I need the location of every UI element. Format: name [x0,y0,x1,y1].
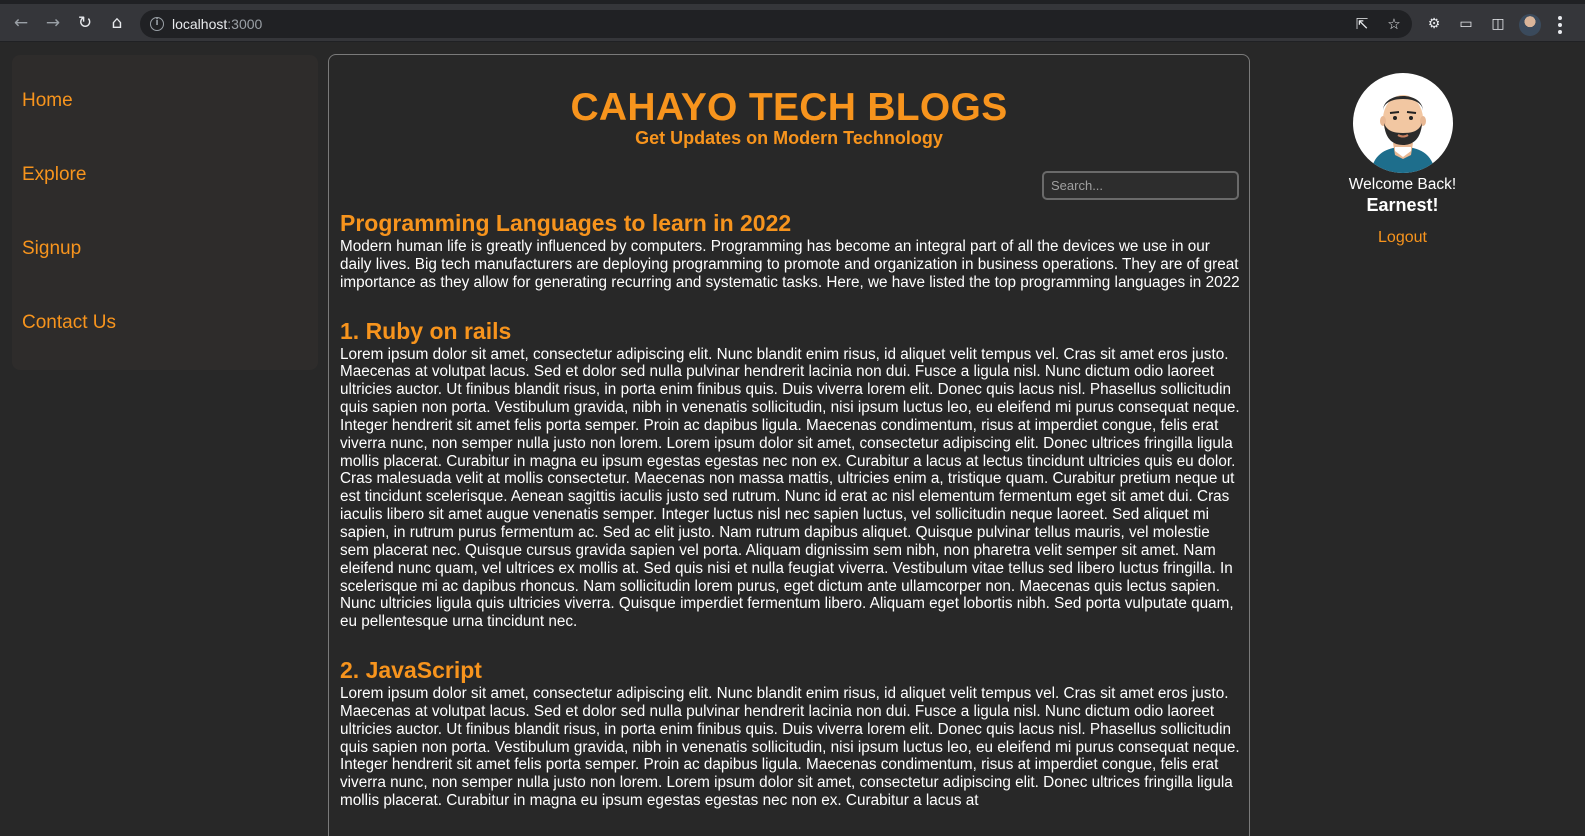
section-heading: 1. Ruby on rails [340,317,512,344]
sidebar-item-home[interactable]: Home [22,90,73,112]
side-panel-icon[interactable]: ◫ [1488,14,1508,34]
back-icon[interactable]: ← [10,12,32,34]
logout-link[interactable]: Logout [1260,229,1545,247]
cast-icon[interactable]: ▭ [1456,14,1476,34]
browser-menu-icon[interactable] [1554,14,1566,36]
article-intro: Modern human life is greatly influenced … [340,238,1240,291]
extensions-icon[interactable]: ⚙ [1424,14,1444,34]
sidebar-item-signup[interactable]: Signup [22,238,81,260]
site-subtitle: Get Updates on Modern Technology [635,128,943,148]
site-title: CAHAYO TECH BLOGS [570,86,1008,129]
home-icon[interactable]: ⌂ [106,12,128,34]
url-text[interactable]: localhost:3000 [172,16,262,32]
user-name: Earnest! [1366,195,1439,215]
section-body: Lorem ipsum dolor sit amet, consectetur … [340,685,1240,810]
url-port: :3000 [227,16,263,32]
site-info-icon[interactable]: i [150,17,164,31]
welcome-text: Welcome Back! [1348,176,1457,193]
sidebar-item-contact-us[interactable]: Contact Us [22,312,116,334]
share-icon[interactable]: ⇱ [1352,14,1372,34]
sidebar-nav: Home Explore Signup Contact Us [12,55,318,370]
blog-article: Programming Languages to learn in 2022 M… [340,208,1240,810]
sidebar-item-explore[interactable]: Explore [22,164,86,186]
forward-icon[interactable]: → [42,12,64,34]
avatar-illustration [1371,95,1435,173]
section-heading: 2. JavaScript [340,657,482,684]
browser-toolbar: ← → ↻ ⌂ i localhost:3000 ⇱ ☆ ⚙ ▭ ◫ [0,0,1585,42]
user-avatar [1353,73,1453,173]
search-input[interactable] [1042,171,1239,200]
bookmark-star-icon[interactable]: ☆ [1384,14,1404,34]
article-title: Programming Languages to learn in 2022 [340,210,792,236]
section-body: Lorem ipsum dolor sit amet, consectetur … [340,345,1240,631]
main-content: CAHAYO TECH BLOGS Get Updates on Modern … [328,54,1250,836]
url-host: localhost [172,16,228,32]
address-bar[interactable]: i localhost:3000 ⇱ ☆ [140,10,1412,38]
profile-avatar-icon[interactable] [1519,14,1541,36]
reload-icon[interactable]: ↻ [74,12,96,34]
